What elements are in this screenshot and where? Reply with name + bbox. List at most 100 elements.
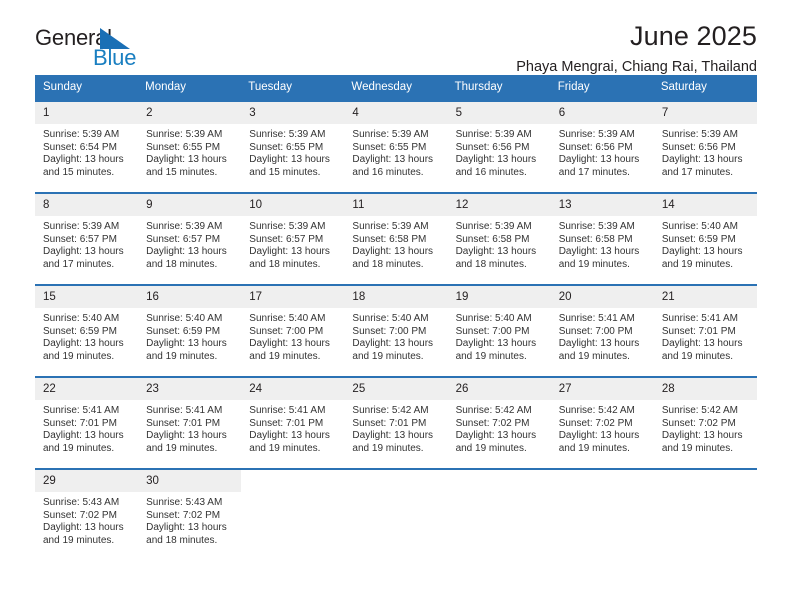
daylight-text-line1: Daylight: 13 hours (249, 430, 330, 442)
sunrise-text: Sunrise: 5:39 AM (352, 221, 429, 232)
day-details: Sunrise: 5:42 AM Sunset: 7:02 PM Daylight:… (551, 400, 654, 455)
daylight-text-line2: and 17 minutes. (558, 166, 630, 178)
calendar-day-cell[interactable]: 27 Sunrise: 5:42 AM Sunset: 7:02 PM Dayligh… (550, 376, 654, 469)
day-number: 22 (35, 378, 139, 400)
day-details: Sunrise: 5:39 AM Sunset: 6:56 PM Daylight:… (654, 124, 757, 179)
daylight-text-line2: and 19 minutes. (249, 350, 321, 362)
calendar-cell-inner: 3 Sunrise: 5:39 AM Sunset: 6:55 PM Daylight… (241, 102, 345, 192)
calendar-day-cell[interactable]: 30 Sunrise: 5:43 AM Sunset: 7:02 PM Dayligh… (138, 468, 242, 560)
sunrise-text: Sunrise: 5:40 AM (352, 313, 429, 324)
sunset-text: Sunset: 7:01 PM (146, 417, 221, 429)
daylight-text-line1: Daylight: 13 hours (661, 338, 743, 350)
calendar-day-cell[interactable]: 16 Sunrise: 5:40 AM Sunset: 6:59 PM Dayligh… (138, 284, 242, 377)
daylight-text-line1: Daylight: 13 hours (558, 430, 640, 442)
calendar-day-cell[interactable]: 15 Sunrise: 5:40 AM Sunset: 6:59 PM Dayligh… (35, 284, 139, 377)
daylight-text-line1: Daylight: 13 hours (455, 430, 537, 442)
calendar-day-cell[interactable]: 24 Sunrise: 5:41 AM Sunset: 7:01 PM Dayligh… (241, 376, 345, 469)
day-number: 18 (344, 286, 448, 308)
day-number: 20 (550, 286, 654, 308)
sunset-text: Sunset: 6:58 PM (455, 233, 530, 245)
calendar-day-cell[interactable]: 25 Sunrise: 5:42 AM Sunset: 7:01 PM Dayligh… (344, 376, 448, 469)
sunrise-text: Sunrise: 5:42 AM (558, 405, 635, 416)
calendar-day-cell[interactable]: 28 Sunrise: 5:42 AM Sunset: 7:02 PM Dayligh… (653, 376, 757, 469)
daylight-text-line1: Daylight: 13 hours (43, 246, 124, 258)
calendar-day-cell[interactable]: 17 Sunrise: 5:40 AM Sunset: 7:00 PM Dayligh… (241, 284, 345, 377)
daylight-text-line1: Daylight: 13 hours (661, 154, 743, 166)
daylight-text-line2: and 17 minutes. (43, 258, 115, 270)
sunrise-text: Sunrise: 5:40 AM (43, 313, 120, 324)
sunrise-text: Sunrise: 5:39 AM (146, 129, 223, 140)
day-number: 29 (35, 470, 139, 492)
calendar-day-cell[interactable]: 23 Sunrise: 5:41 AM Sunset: 7:01 PM Dayligh… (138, 376, 242, 469)
calendar-day-cell[interactable]: 22 Sunrise: 5:41 AM Sunset: 7:01 PM Dayligh… (35, 376, 139, 469)
day-number (241, 470, 344, 478)
daylight-text-line2: and 19 minutes. (661, 258, 734, 270)
calendar-day-cell[interactable]: 2 Sunrise: 5:39 AM Sunset: 6:55 PM Daylight… (138, 100, 242, 193)
calendar-day-cell[interactable]: 21 Sunrise: 5:41 AM Sunset: 7:01 PM Dayligh… (653, 284, 757, 377)
calendar-day-cell[interactable]: 8 Sunrise: 5:39 AM Sunset: 6:57 PM Daylight… (35, 192, 139, 285)
day-number (551, 470, 654, 478)
sunset-text: Sunset: 7:02 PM (455, 417, 530, 429)
day-number: 30 (138, 470, 242, 492)
sunset-text: Sunset: 7:01 PM (249, 417, 324, 429)
calendar-day-cell[interactable]: 10 Sunrise: 5:39 AM Sunset: 6:57 PM Dayligh… (241, 192, 345, 285)
calendar-cell-inner: 15 Sunrise: 5:40 AM Sunset: 6:59 PM Dayligh… (35, 286, 139, 376)
brand-logo[interactable]: General Blue (35, 25, 265, 77)
daylight-text-line2: and 19 minutes. (558, 442, 630, 454)
calendar-day-cell[interactable]: 14 Sunrise: 5:40 AM Sunset: 6:59 PM Dayligh… (653, 192, 757, 285)
day-number: 21 (653, 286, 757, 308)
sunset-text: Sunset: 6:55 PM (249, 141, 324, 153)
calendar-cell-inner: 2 Sunrise: 5:39 AM Sunset: 6:55 PM Daylight… (138, 102, 242, 192)
day-number: 8 (35, 194, 139, 216)
daylight-text-line2: and 19 minutes. (146, 350, 218, 362)
calendar-day-cell[interactable]: 20 Sunrise: 5:41 AM Sunset: 7:00 PM Dayligh… (550, 284, 654, 377)
calendar-day-cell[interactable]: 6 Sunrise: 5:39 AM Sunset: 6:56 PM Daylight… (550, 100, 654, 193)
sunset-text: Sunset: 6:56 PM (558, 141, 633, 153)
sunrise-text: Sunrise: 5:39 AM (43, 221, 120, 232)
calendar-day-cell[interactable]: 19 Sunrise: 5:40 AM Sunset: 7:00 PM Dayligh… (447, 284, 551, 377)
calendar-day-cell[interactable]: 29 Sunrise: 5:43 AM Sunset: 7:02 PM Dayligh… (35, 468, 139, 560)
day-number: 6 (550, 102, 654, 124)
calendar-day-cell[interactable]: 7 Sunrise: 5:39 AM Sunset: 6:56 PM Daylight… (653, 100, 757, 193)
sunset-text: Sunset: 7:01 PM (43, 417, 117, 429)
calendar-day-cell[interactable]: 9 Sunrise: 5:39 AM Sunset: 6:57 PM Daylight… (138, 192, 242, 285)
calendar-day-cell[interactable]: 13 Sunrise: 5:39 AM Sunset: 6:58 PM Dayligh… (550, 192, 654, 285)
sunrise-text: Sunrise: 5:41 AM (43, 405, 120, 416)
calendar-cell-inner (551, 470, 654, 560)
calendar-day-cell[interactable]: 26 Sunrise: 5:42 AM Sunset: 7:02 PM Dayligh… (447, 376, 551, 469)
calendar-week-row: 8 Sunrise: 5:39 AM Sunset: 6:57 PM Daylight… (35, 192, 757, 285)
day-details: Sunrise: 5:39 AM Sunset: 6:56 PM Daylight:… (448, 124, 551, 179)
sunset-text: Sunset: 6:56 PM (455, 141, 530, 153)
daylight-text-line1: Daylight: 13 hours (661, 246, 743, 258)
sunset-text: Sunset: 6:55 PM (146, 141, 221, 153)
day-number: 10 (241, 194, 345, 216)
sunrise-text: Sunrise: 5:41 AM (146, 405, 223, 416)
sunset-text: Sunset: 6:59 PM (43, 325, 117, 337)
sunrise-text: Sunrise: 5:39 AM (146, 221, 223, 232)
day-details: Sunrise: 5:39 AM Sunset: 6:58 PM Daylight:… (551, 216, 654, 271)
calendar-day-cell[interactable]: 4 Sunrise: 5:39 AM Sunset: 6:55 PM Daylight… (344, 100, 448, 193)
calendar-day-cell[interactable]: 12 Sunrise: 5:39 AM Sunset: 6:58 PM Dayligh… (447, 192, 551, 285)
daylight-text-line1: Daylight: 13 hours (558, 246, 640, 258)
day-details: Sunrise: 5:39 AM Sunset: 6:58 PM Daylight:… (344, 216, 447, 271)
sunrise-text: Sunrise: 5:39 AM (558, 129, 635, 140)
daylight-text-line1: Daylight: 13 hours (249, 338, 330, 350)
calendar-day-cell[interactable]: 1 Sunrise: 5:39 AM Sunset: 6:54 PM Daylight… (35, 100, 139, 193)
sunset-text: Sunset: 6:58 PM (352, 233, 427, 245)
day-details: Sunrise: 5:43 AM Sunset: 7:02 PM Daylight:… (138, 492, 241, 547)
calendar-day-cell[interactable]: 18 Sunrise: 5:40 AM Sunset: 7:00 PM Dayligh… (344, 284, 448, 377)
sunset-text: Sunset: 6:56 PM (661, 141, 736, 153)
day-details: Sunrise: 5:40 AM Sunset: 7:00 PM Daylight:… (344, 308, 447, 363)
day-number (344, 470, 447, 478)
daylight-text-line1: Daylight: 13 hours (43, 430, 124, 442)
page-header: General Blue June 2025 Phaya Mengrai, Ch… (35, 0, 757, 77)
daylight-text-line2: and 19 minutes. (43, 534, 115, 546)
calendar-day-cell[interactable]: 3 Sunrise: 5:39 AM Sunset: 6:55 PM Daylight… (241, 100, 345, 193)
calendar-cell-inner: 10 Sunrise: 5:39 AM Sunset: 6:57 PM Dayligh… (241, 194, 345, 284)
calendar-day-cell[interactable]: 5 Sunrise: 5:39 AM Sunset: 6:56 PM Daylight… (447, 100, 551, 193)
weekday-header-tuesday: Tuesday (241, 75, 345, 101)
sunrise-text: Sunrise: 5:43 AM (146, 497, 223, 508)
sunrise-text: Sunrise: 5:39 AM (455, 221, 532, 232)
calendar-day-cell[interactable]: 11 Sunrise: 5:39 AM Sunset: 6:58 PM Dayligh… (344, 192, 448, 285)
sunrise-text: Sunrise: 5:40 AM (146, 313, 223, 324)
